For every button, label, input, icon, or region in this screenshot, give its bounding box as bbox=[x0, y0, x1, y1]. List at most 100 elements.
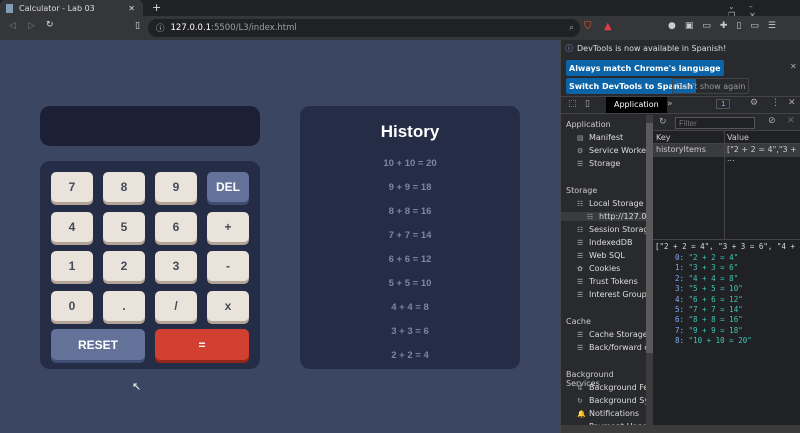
row-value: ["2 + 2 = 4","3 + ... bbox=[727, 145, 797, 163]
sidebar-item[interactable]: ⇅ Background Fetch bbox=[577, 383, 646, 392]
key-3[interactable]: 3 bbox=[155, 251, 197, 281]
key-2[interactable]: 2 bbox=[103, 251, 145, 281]
clear-all-icon[interactable]: ⊘ bbox=[768, 116, 776, 126]
sidebar-item-label: Cookies bbox=[589, 264, 621, 273]
more-tabs-icon[interactable]: » bbox=[667, 99, 673, 109]
preview-entry: 7: "9 + 9 = 18" bbox=[675, 325, 743, 335]
sidebar-item[interactable]: ☷ Local Storage bbox=[577, 199, 644, 208]
equals-button[interactable]: = bbox=[155, 329, 249, 360]
key-6[interactable]: 6 bbox=[155, 212, 197, 242]
key-4[interactable]: 4 bbox=[51, 212, 93, 242]
history-item: 5 + 5 = 10 bbox=[388, 278, 432, 289]
language-notice: DevTools is now available in Spanish! bbox=[577, 44, 727, 53]
table-row[interactable]: historyItems ["2 + 2 = 4","3 + ... bbox=[653, 144, 800, 163]
sidebar-item[interactable]: ⚙ Service Workers bbox=[577, 146, 646, 155]
close-devtools-icon[interactable]: ✕ bbox=[788, 98, 796, 108]
key-5[interactable]: 5 bbox=[103, 212, 145, 242]
more-options-icon[interactable]: ⋮ bbox=[771, 98, 780, 108]
inspect-icon[interactable]: ⬚ bbox=[568, 99, 577, 109]
extension-icons[interactable]: ●▣▭✚▯▭☰ bbox=[668, 21, 785, 31]
sidebar-item[interactable]: ☰ Web SQL bbox=[577, 251, 625, 260]
url-path: :5500/L3/index.html bbox=[211, 23, 297, 33]
sidebar-item[interactable]: ✿ Cookies bbox=[577, 264, 620, 273]
storage-icon: ☰ bbox=[577, 278, 584, 286]
sidebar-scrollbar[interactable] bbox=[646, 115, 653, 425]
entry-value: "4 + 4 = 8" bbox=[688, 273, 739, 283]
horizontal-scrollbar[interactable] bbox=[561, 425, 800, 433]
history-item: 9 + 9 = 18 bbox=[388, 182, 432, 193]
key-1[interactable]: 1 bbox=[51, 251, 93, 281]
reset-button[interactable]: RESET bbox=[51, 329, 145, 360]
forward-icon[interactable]: ▷ bbox=[28, 21, 35, 31]
sidebar-item[interactable]: ☰ Interest Groups bbox=[577, 290, 646, 299]
preview-entry: 8: "10 + 10 = 20" bbox=[675, 336, 752, 346]
new-tab-button[interactable]: + bbox=[152, 1, 161, 14]
calculator-favicon-icon bbox=[6, 3, 13, 13]
entry-value: "7 + 7 = 14" bbox=[688, 305, 743, 314]
match-language-button[interactable]: Always match Chrome's language bbox=[566, 60, 724, 76]
preview-entry: 5: "7 + 7 = 14" bbox=[675, 305, 743, 314]
preview-entry: 1: "3 + 3 = 6" bbox=[675, 263, 739, 273]
reload-icon[interactable]: ↻ bbox=[46, 20, 54, 30]
sidebar-item[interactable]: ☷ Session Storage bbox=[577, 225, 646, 234]
info-icon: ⓘ bbox=[565, 44, 573, 53]
info-icon: ⓘ bbox=[156, 24, 165, 34]
tab-application[interactable]: Application bbox=[606, 97, 667, 113]
key-divide[interactable]: / bbox=[155, 291, 197, 321]
key-multiply[interactable]: x bbox=[207, 291, 249, 321]
filter-input[interactable] bbox=[675, 117, 755, 129]
preview-entry: 2: "4 + 4 = 8" bbox=[675, 273, 739, 283]
calculator-display bbox=[40, 106, 260, 146]
sidebar-item-label: Web SQL bbox=[589, 251, 625, 260]
key-0[interactable]: 0 bbox=[51, 291, 93, 321]
browser-tab[interactable]: Calculator - Lab 03 ✕ bbox=[0, 0, 143, 16]
sidebar-item-label: Service Workers bbox=[589, 146, 646, 155]
sidebar-item[interactable]: ☷ http://127.0.0.1 bbox=[561, 212, 646, 221]
sidebar-item[interactable]: 🔔 Notifications bbox=[577, 409, 639, 418]
sidebar-item[interactable]: ☰ Storage bbox=[577, 159, 620, 168]
dont-show-again-button[interactable]: Don't show again bbox=[672, 78, 750, 94]
sidebar-item[interactable]: ☰ Trust Tokens bbox=[577, 277, 638, 286]
storage-icon: ☰ bbox=[577, 344, 584, 352]
key-minus[interactable]: - bbox=[207, 251, 249, 281]
back-icon[interactable]: ◁ bbox=[9, 21, 16, 31]
brave-shield-icon[interactable]: ⛉ bbox=[584, 21, 592, 32]
address-bar[interactable]: ⓘ 127.0.0.1:5500/L3/index.html ⌕ bbox=[148, 19, 580, 37]
sidebar-item[interactable]: ☰ Cache Storage bbox=[577, 330, 646, 339]
history-item: 8 + 8 = 16 bbox=[388, 206, 432, 217]
key-8[interactable]: 8 bbox=[103, 172, 145, 202]
refresh-icon[interactable]: ↻ bbox=[659, 117, 667, 127]
value-preview: ["2 + 2 = 4", "3 + 3 = 6", "4 + 4 0: "2 … bbox=[653, 239, 800, 425]
bookmark-icon[interactable]: ▯ bbox=[135, 21, 140, 31]
zoom-search-icon[interactable]: ⌕ bbox=[569, 23, 574, 33]
sidebar-item-label: Local Storage bbox=[589, 199, 644, 208]
sidebar-item[interactable]: ▤ Manifest bbox=[577, 133, 623, 142]
key-plus[interactable]: + bbox=[207, 212, 249, 242]
preview-head[interactable]: ["2 + 2 = 4", "3 + 3 = 6", "4 + 4 bbox=[655, 242, 800, 251]
sidebar-item[interactable]: ☰ IndexedDB bbox=[577, 238, 632, 247]
delete-selected-icon[interactable]: ✕ bbox=[787, 116, 795, 126]
tab-bar: Calculator - Lab 03 ✕ + ⌄–❐✕ bbox=[0, 0, 800, 20]
key-9[interactable]: 9 bbox=[155, 172, 197, 202]
storage-icon: ☰ bbox=[577, 239, 584, 247]
value-header[interactable]: Value bbox=[727, 133, 749, 142]
close-notice-icon[interactable]: ✕ bbox=[790, 62, 797, 71]
sidebar-item[interactable]: ↻ Background Sync bbox=[577, 396, 646, 405]
sidebar-item-label: Session Storage bbox=[589, 225, 646, 234]
sidebar-item-label: http://127.0.0.1 bbox=[599, 212, 646, 221]
key-header[interactable]: Key bbox=[656, 133, 671, 142]
sidebar-item[interactable]: ☰ Back/forward cache bbox=[577, 343, 646, 352]
application-sidebar: Application ▤ Manifest ⚙ Service Workers ☰ Sto… bbox=[561, 115, 646, 425]
key-dot[interactable]: . bbox=[103, 291, 145, 321]
device-toolbar-icon[interactable]: ▯ bbox=[585, 99, 590, 109]
brave-rewards-icon[interactable]: ▲ bbox=[604, 21, 612, 32]
settings-icon[interactable]: ⚙ bbox=[750, 98, 758, 108]
section-application: Application bbox=[566, 120, 611, 129]
issues-badge[interactable]: 1 bbox=[716, 99, 731, 109]
close-tab-icon[interactable]: ✕ bbox=[128, 4, 135, 13]
storage-icon: ☰ bbox=[577, 252, 584, 260]
storage-icon: ⚙ bbox=[577, 147, 584, 155]
key-del[interactable]: DEL bbox=[207, 172, 249, 202]
storage-icon: ☷ bbox=[577, 226, 584, 234]
key-7[interactable]: 7 bbox=[51, 172, 93, 202]
